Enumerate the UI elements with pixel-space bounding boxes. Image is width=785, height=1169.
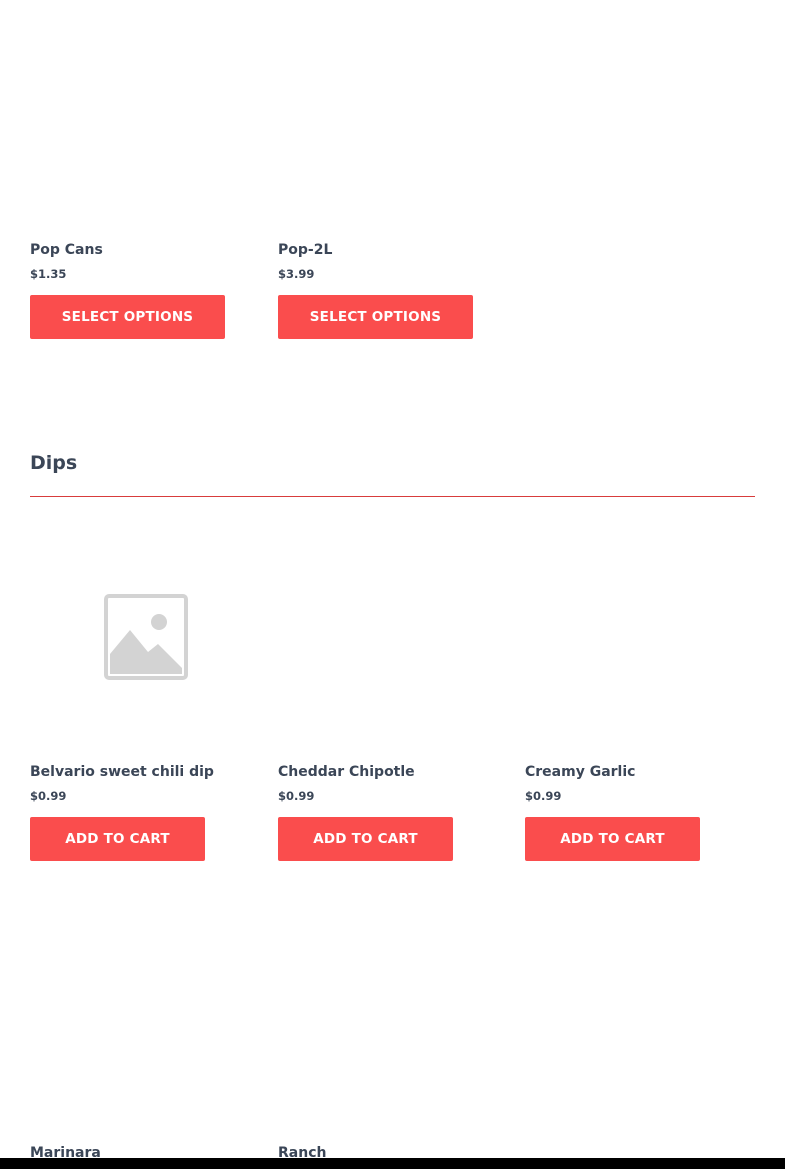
- product-title[interactable]: Creamy Garlic: [525, 763, 635, 781]
- product-price: $1.35: [30, 267, 67, 281]
- add-to-cart-button[interactable]: ADD TO CART: [525, 817, 700, 861]
- product-title[interactable]: Pop-2L: [278, 241, 332, 259]
- product-title[interactable]: Belvario sweet chili dip: [30, 763, 214, 781]
- bottom-bar: [0, 1158, 785, 1169]
- placeholder-image-icon[interactable]: [104, 594, 188, 680]
- select-options-button[interactable]: SELECT OPTIONS: [278, 295, 473, 339]
- product-price: $0.99: [278, 789, 315, 803]
- product-title[interactable]: Cheddar Chipotle: [278, 763, 415, 781]
- product-price: $0.99: [525, 789, 562, 803]
- add-to-cart-button[interactable]: ADD TO CART: [278, 817, 453, 861]
- section-title-dips: Dips: [30, 452, 78, 474]
- section-divider: [30, 496, 755, 497]
- product-price: $0.99: [30, 789, 67, 803]
- select-options-button[interactable]: SELECT OPTIONS: [30, 295, 225, 339]
- add-to-cart-button[interactable]: ADD TO CART: [30, 817, 205, 861]
- product-price: $3.99: [278, 267, 315, 281]
- product-title[interactable]: Pop Cans: [30, 241, 103, 259]
